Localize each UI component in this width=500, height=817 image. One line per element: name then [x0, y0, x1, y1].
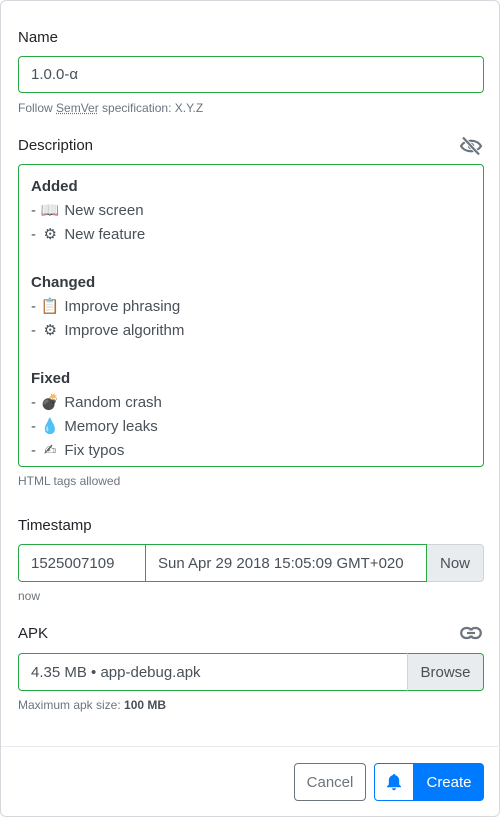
timestamp-help: now	[18, 589, 41, 603]
create-button[interactable]: Create	[414, 763, 484, 801]
unix-timestamp-input[interactable]: 1525007109	[18, 544, 146, 582]
link-icon[interactable]	[459, 622, 483, 644]
apk-help: Maximum apk size: 100 MB	[18, 698, 167, 712]
notify-toggle-button[interactable]	[374, 763, 414, 801]
timestamp-label: Timestamp	[18, 517, 92, 534]
create-release-dialog: Name 1.0.0-α Follow SemVer specification…	[0, 0, 500, 817]
gear-icon: ⚙	[43, 226, 57, 243]
section-heading-added: Added	[31, 178, 78, 195]
name-label: Name	[18, 29, 59, 46]
section-heading-changed: Changed	[31, 274, 96, 291]
list-item: - ⚙ New feature	[31, 223, 471, 247]
apk-file-input-group: 4.35 MB • app-debug.apk Browse	[18, 653, 484, 691]
list-item: - ⚙ Improve algorithm	[31, 319, 471, 343]
create-button-group: Create	[374, 763, 484, 801]
bell-icon	[387, 774, 401, 791]
description-help: HTML tags allowed	[18, 474, 121, 488]
description-label: Description	[18, 137, 94, 154]
name-input-value: 1.0.0-α	[31, 66, 79, 83]
timestamp-input-group: 1525007109 Sun Apr 29 2018 15:05:09 GMT+…	[18, 544, 484, 582]
droplet-icon: 💧	[40, 418, 60, 435]
name-input[interactable]: 1.0.0-α	[18, 56, 484, 93]
pencil-icon: ✍	[43, 442, 57, 459]
clipboard-icon: 📋	[40, 298, 60, 315]
book-icon: 📖	[40, 202, 60, 219]
date-input[interactable]: Sun Apr 29 2018 15:05:09 GMT+020	[146, 544, 427, 582]
gear-icon: ⚙	[43, 322, 57, 339]
list-item: - 💧 Memory leaks	[31, 415, 471, 439]
list-item: - 📋 Improve phrasing	[31, 295, 471, 319]
browse-button[interactable]: Browse	[407, 653, 484, 691]
description-textarea[interactable]: Added - 📖 New screen - ⚙ New feature Cha…	[18, 164, 484, 467]
apk-label: APK	[18, 625, 49, 642]
eye-slash-icon[interactable]	[459, 135, 483, 157]
apk-file-input[interactable]: 4.35 MB • app-debug.apk	[18, 653, 407, 691]
list-item: - 💣 Random crash	[31, 391, 471, 415]
cancel-button[interactable]: Cancel	[294, 763, 366, 801]
list-item: - ✍ Fix typos	[31, 439, 471, 463]
footer-divider	[1, 746, 500, 747]
bomb-icon: 💣	[40, 394, 60, 411]
section-heading-fixed: Fixed	[31, 370, 71, 387]
semver-abbr: SemVer	[56, 101, 99, 115]
list-item: - 📖 New screen	[31, 199, 471, 223]
name-help: Follow SemVer specification: X.Y.Z	[18, 101, 204, 115]
now-button[interactable]: Now	[427, 544, 484, 582]
